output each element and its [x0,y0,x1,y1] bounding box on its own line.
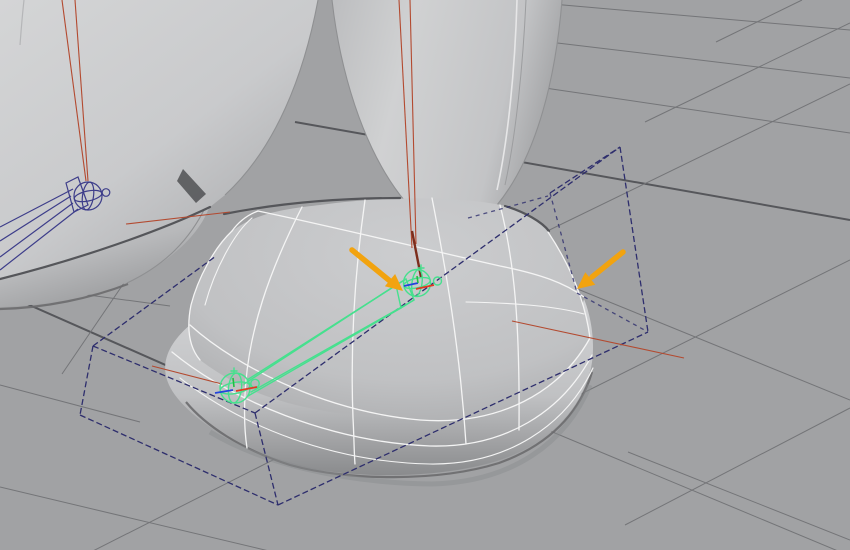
3d-viewport[interactable] [0,0,850,550]
viewport-canvas [0,0,850,550]
